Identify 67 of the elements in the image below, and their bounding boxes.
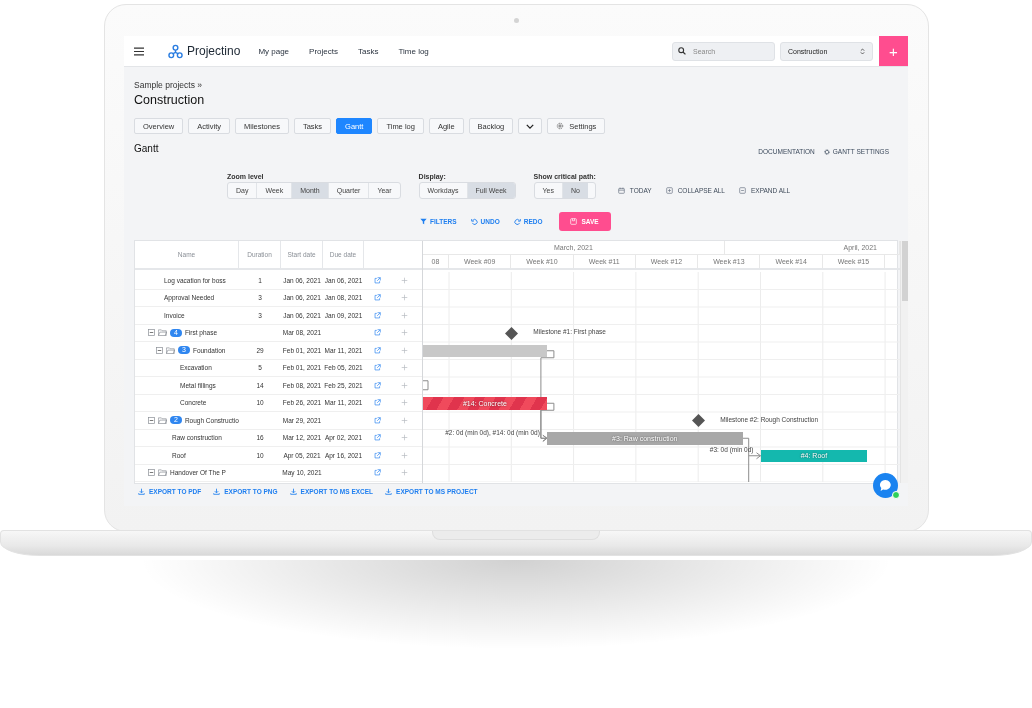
add-icon[interactable]: [401, 276, 408, 284]
open-link-icon[interactable]: [374, 364, 381, 372]
milestone-marker[interactable]: [504, 326, 518, 340]
section-title: Gantt: [134, 143, 159, 154]
add-icon[interactable]: [401, 451, 408, 459]
download-icon: [213, 488, 221, 495]
undo-icon: [470, 217, 478, 225]
plus-square-icon: [665, 187, 673, 194]
speech-bubble-icon: [879, 479, 892, 492]
download-icon: [138, 488, 145, 495]
folder-icon: [166, 346, 175, 354]
chat-button[interactable]: [873, 473, 898, 498]
add-icon[interactable]: [401, 469, 408, 477]
folder-icon: [158, 329, 167, 337]
download-icon: [289, 488, 297, 495]
open-link-icon[interactable]: [374, 311, 381, 319]
open-link-icon[interactable]: [374, 294, 381, 302]
sort-icon: [860, 47, 865, 55]
dependency-arrow: [742, 437, 761, 482]
add-icon[interactable]: [401, 434, 408, 442]
funnel-icon: [420, 217, 427, 225]
collapse-toggle[interactable]: [148, 329, 155, 337]
download-icon: [385, 488, 393, 495]
add-icon[interactable]: [401, 416, 408, 424]
nav-link[interactable]: Projects: [309, 46, 338, 56]
nav-link[interactable]: Tasks: [357, 46, 379, 56]
more-tab[interactable]: [518, 118, 543, 134]
save-icon: [570, 217, 578, 225]
open-link-icon[interactable]: [374, 329, 381, 337]
milestone-marker[interactable]: [691, 414, 705, 428]
gear-icon: [823, 148, 830, 155]
breadcrumb-link[interactable]: Sample projects »: [134, 80, 898, 91]
redo-icon: [513, 217, 521, 225]
open-link-icon[interactable]: [374, 381, 381, 389]
collapse-toggle[interactable]: [148, 416, 155, 424]
nav-link[interactable]: Time log: [398, 46, 429, 56]
add-icon[interactable]: [401, 346, 408, 354]
project-title: Construction: [134, 92, 206, 108]
logo-icon: [168, 43, 183, 59]
chevron-icon: [526, 123, 535, 129]
open-link-icon[interactable]: [374, 346, 381, 354]
online-status-dot: [892, 491, 900, 499]
add-icon[interactable]: [401, 381, 408, 389]
add-icon[interactable]: [401, 311, 408, 319]
brand-name[interactable]: Projectino: [187, 44, 241, 58]
open-link-icon[interactable]: [374, 399, 381, 407]
add-icon[interactable]: [401, 294, 408, 302]
add-icon[interactable]: [401, 329, 408, 337]
open-link-icon[interactable]: [374, 434, 381, 442]
open-link-icon[interactable]: [374, 276, 381, 284]
camera-dot: [513, 18, 519, 23]
gear-icon: [556, 122, 565, 130]
collapse-toggle[interactable]: [156, 346, 163, 354]
open-link-icon[interactable]: [374, 451, 381, 459]
folder-icon: [158, 416, 167, 424]
search-icon: [678, 47, 686, 55]
add-icon[interactable]: [401, 399, 408, 407]
scrollbar-thumb[interactable]: [902, 241, 908, 301]
folder-icon: [158, 469, 167, 477]
calendar-icon: [617, 187, 625, 194]
open-link-icon[interactable]: [374, 416, 381, 424]
open-link-icon[interactable]: [374, 469, 381, 477]
menu-icon[interactable]: [134, 46, 144, 56]
minus-square-icon: [738, 187, 746, 194]
collapse-toggle[interactable]: [148, 469, 155, 477]
nav-link[interactable]: My page: [258, 46, 290, 56]
add-icon[interactable]: [401, 364, 408, 372]
